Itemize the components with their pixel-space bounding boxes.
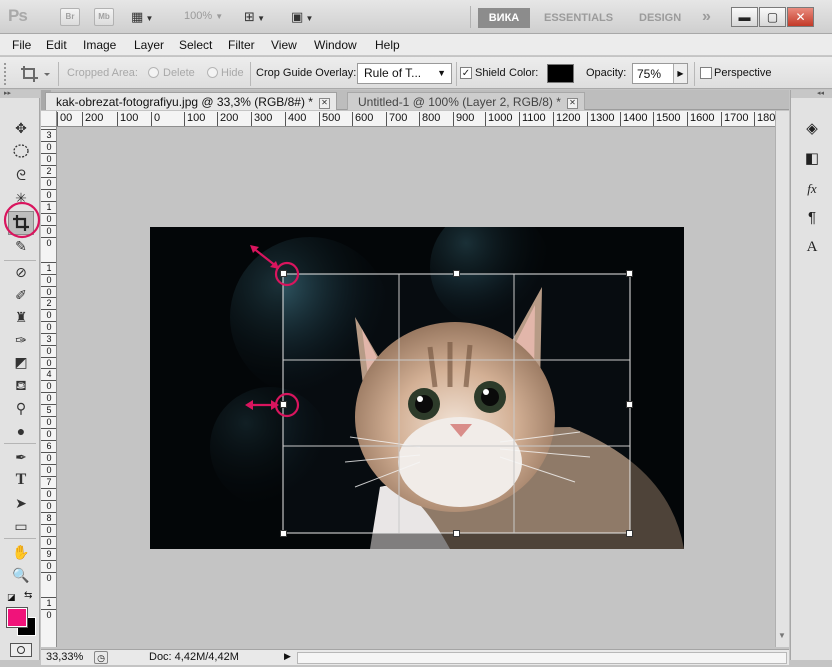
status-options-button[interactable]: ◷ <box>94 651 108 664</box>
crop-tool-highlight <box>3 201 41 239</box>
layers-icon[interactable]: ◈ <box>801 118 823 140</box>
document-size: Doc: 4,42M/4,42M <box>149 651 239 663</box>
horizontal-scrollbar[interactable] <box>297 652 787 664</box>
side-handle-highlight <box>274 392 300 418</box>
zoom-readout[interactable]: 33,33% <box>46 651 83 663</box>
clock-icon: ◷ <box>97 653 105 663</box>
status-menu-arrow[interactable]: ▶ <box>284 651 291 662</box>
expand-panels-toggle[interactable]: ◂◂ <box>791 90 832 98</box>
adjustments-icon[interactable]: ◧ <box>801 148 823 170</box>
panel-dock: ◂◂ ◈ ◧ fx ¶ A <box>790 90 832 660</box>
fx-icon[interactable]: fx <box>801 178 823 200</box>
corner-handle-highlight <box>274 261 300 287</box>
tutorial-annotations <box>3 201 300 418</box>
character-icon[interactable]: A <box>801 236 823 258</box>
status-bar: 33,33% ◷ Doc: 4,42M/4,42M ▶ <box>41 649 789 665</box>
diagonal-arrow <box>252 247 277 267</box>
paragraph-icon[interactable]: ¶ <box>801 207 823 229</box>
